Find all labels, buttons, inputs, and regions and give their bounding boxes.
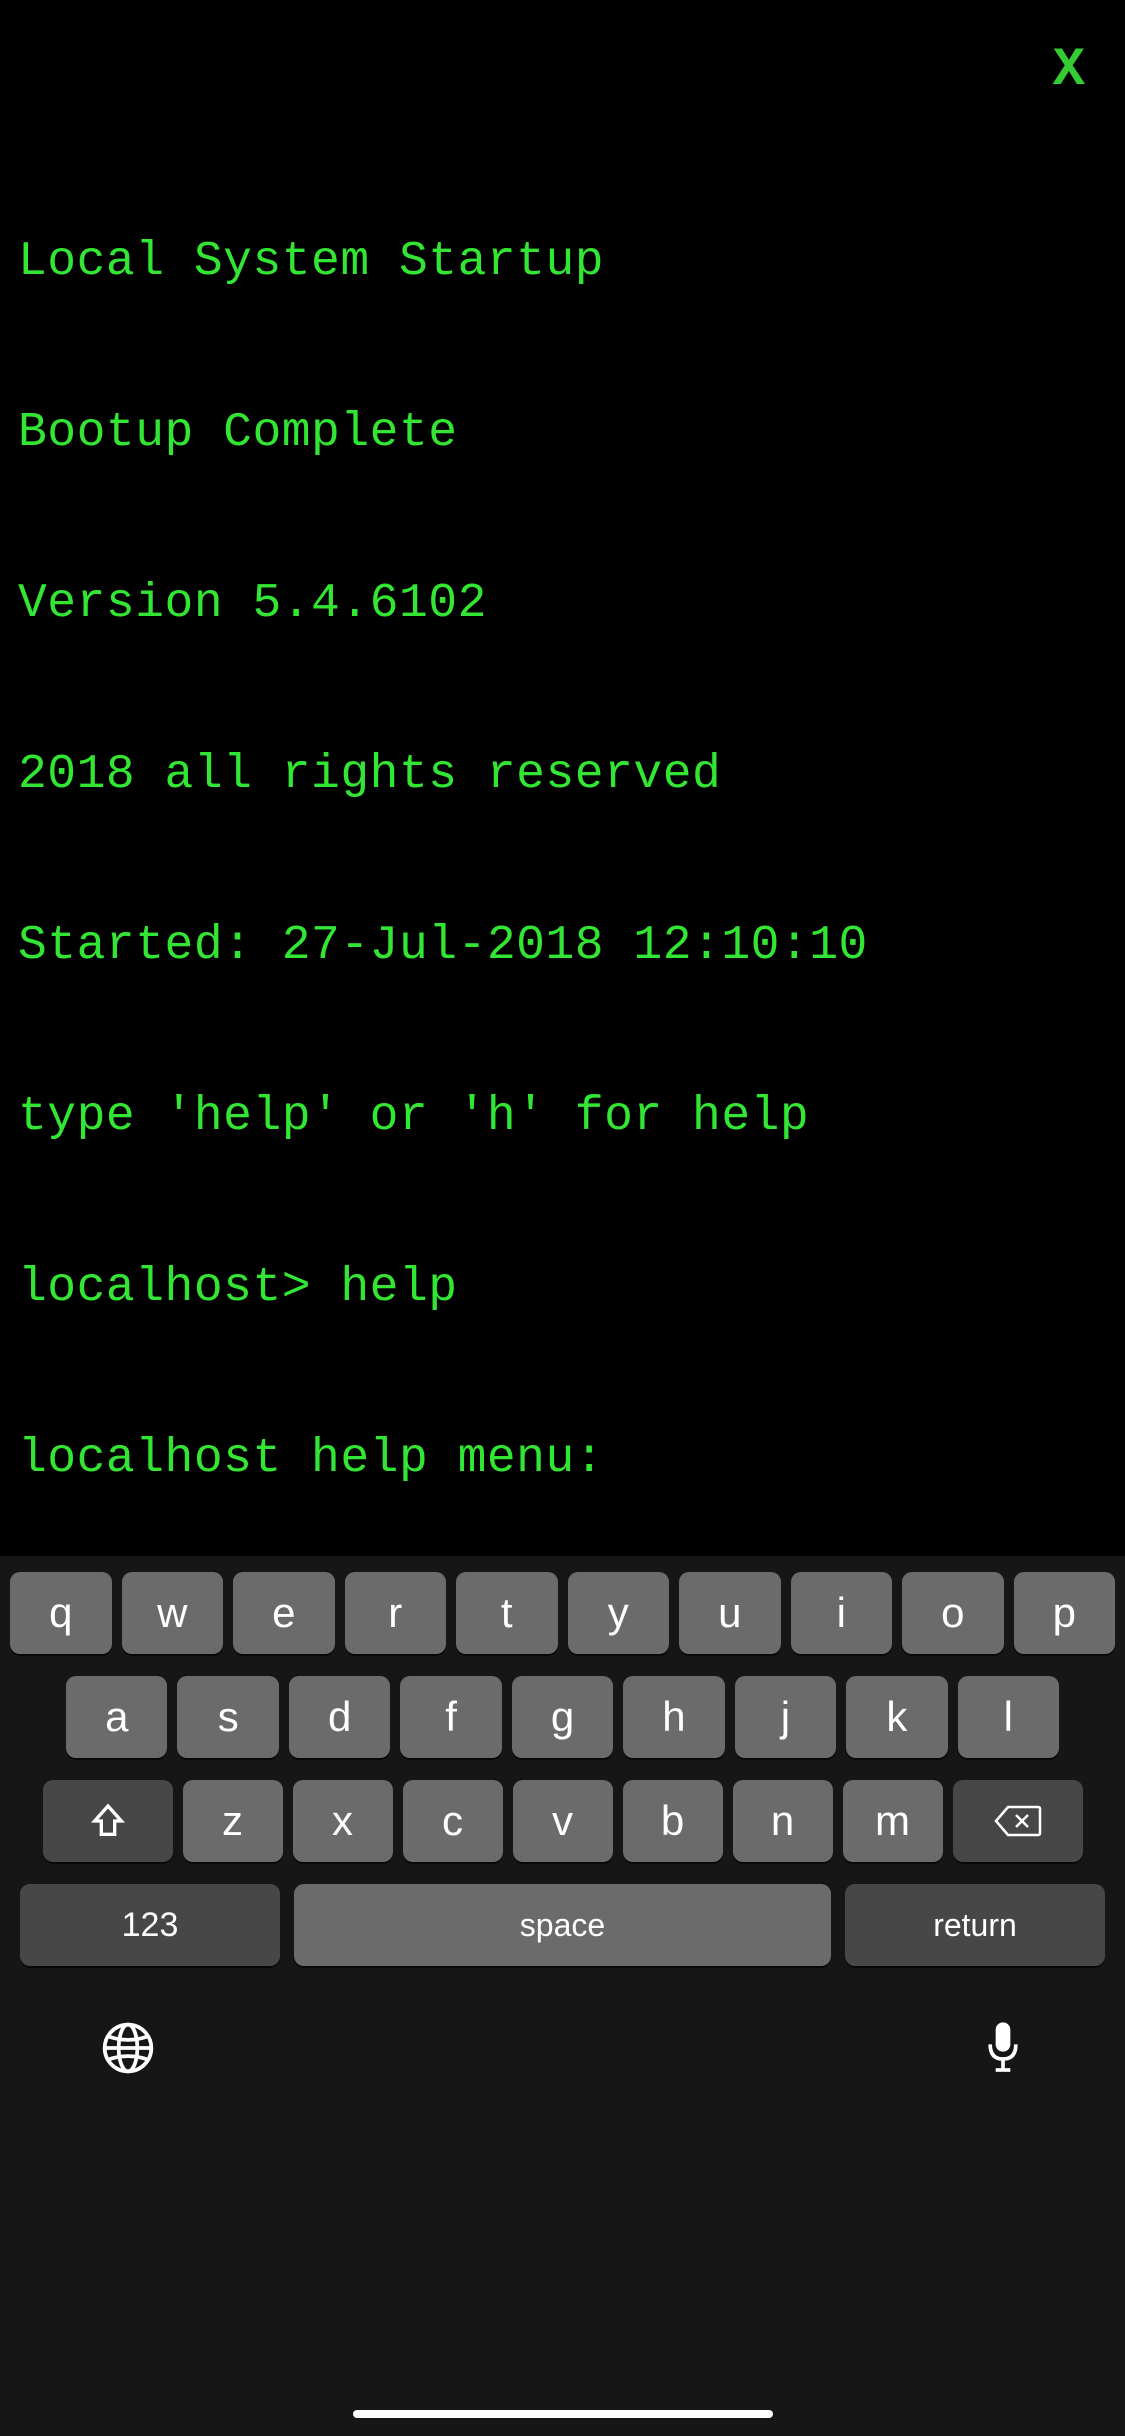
terminal-line: Started: 27-Jul-2018 12:10:10 xyxy=(18,918,1115,975)
key-v[interactable]: v xyxy=(513,1780,613,1862)
key-c[interactable]: c xyxy=(403,1780,503,1862)
terminal-line: localhost help menu: xyxy=(18,1431,1115,1488)
terminal-line: type 'help' or 'h' for help xyxy=(18,1089,1115,1146)
key-x[interactable]: x xyxy=(293,1780,393,1862)
key-i[interactable]: i xyxy=(791,1572,893,1654)
key-m[interactable]: m xyxy=(843,1780,943,1862)
microphone-icon xyxy=(981,2018,1025,2078)
key-p[interactable]: p xyxy=(1014,1572,1116,1654)
key-o[interactable]: o xyxy=(902,1572,1004,1654)
key-n[interactable]: n xyxy=(733,1780,833,1862)
key-t[interactable]: t xyxy=(456,1572,558,1654)
keyboard-row-2: a s d f g h j k l xyxy=(10,1676,1115,1758)
key-r[interactable]: r xyxy=(345,1572,447,1654)
terminal-line: Local System Startup xyxy=(18,234,1115,291)
app-screen: X Local System Startup Bootup Complete V… xyxy=(0,0,1125,2436)
terminal-line: 2018 all rights reserved xyxy=(18,747,1115,804)
key-shift[interactable] xyxy=(43,1780,173,1862)
key-j[interactable]: j xyxy=(735,1676,836,1758)
key-e[interactable]: e xyxy=(233,1572,335,1654)
globe-button[interactable] xyxy=(100,2020,156,2076)
key-h[interactable]: h xyxy=(623,1676,724,1758)
key-return[interactable]: return xyxy=(845,1884,1105,1966)
key-backspace[interactable] xyxy=(953,1780,1083,1862)
keyboard-row-3: z x c v b n m xyxy=(10,1780,1115,1862)
close-button[interactable]: X xyxy=(1053,40,1085,101)
key-f[interactable]: f xyxy=(400,1676,501,1758)
shift-icon xyxy=(88,1801,128,1841)
key-a[interactable]: a xyxy=(66,1676,167,1758)
key-w[interactable]: w xyxy=(122,1572,224,1654)
keyboard-row-1: q w e r t y u i o p xyxy=(10,1572,1115,1654)
key-l[interactable]: l xyxy=(958,1676,1059,1758)
key-space[interactable]: space xyxy=(294,1884,831,1966)
terminal-line: Bootup Complete xyxy=(18,405,1115,462)
home-indicator[interactable] xyxy=(353,2410,773,2418)
onscreen-keyboard: q w e r t y u i o p a s d f g h j k l xyxy=(0,1556,1125,2436)
key-q[interactable]: q xyxy=(10,1572,112,1654)
key-d[interactable]: d xyxy=(289,1676,390,1758)
key-b[interactable]: b xyxy=(623,1780,723,1862)
key-k[interactable]: k xyxy=(846,1676,947,1758)
key-y[interactable]: y xyxy=(568,1572,670,1654)
dictation-button[interactable] xyxy=(981,2018,1025,2078)
terminal-line: localhost> help xyxy=(18,1260,1115,1317)
key-s[interactable]: s xyxy=(177,1676,278,1758)
keyboard-bottom-row xyxy=(10,1988,1115,2078)
terminal-line: Version 5.4.6102 xyxy=(18,576,1115,633)
keyboard-row-4: 123 space return xyxy=(10,1884,1115,1966)
globe-icon xyxy=(100,2020,156,2076)
backspace-icon xyxy=(994,1803,1042,1839)
key-u[interactable]: u xyxy=(679,1572,781,1654)
key-z[interactable]: z xyxy=(183,1780,283,1862)
key-numbers[interactable]: 123 xyxy=(20,1884,280,1966)
key-g[interactable]: g xyxy=(512,1676,613,1758)
